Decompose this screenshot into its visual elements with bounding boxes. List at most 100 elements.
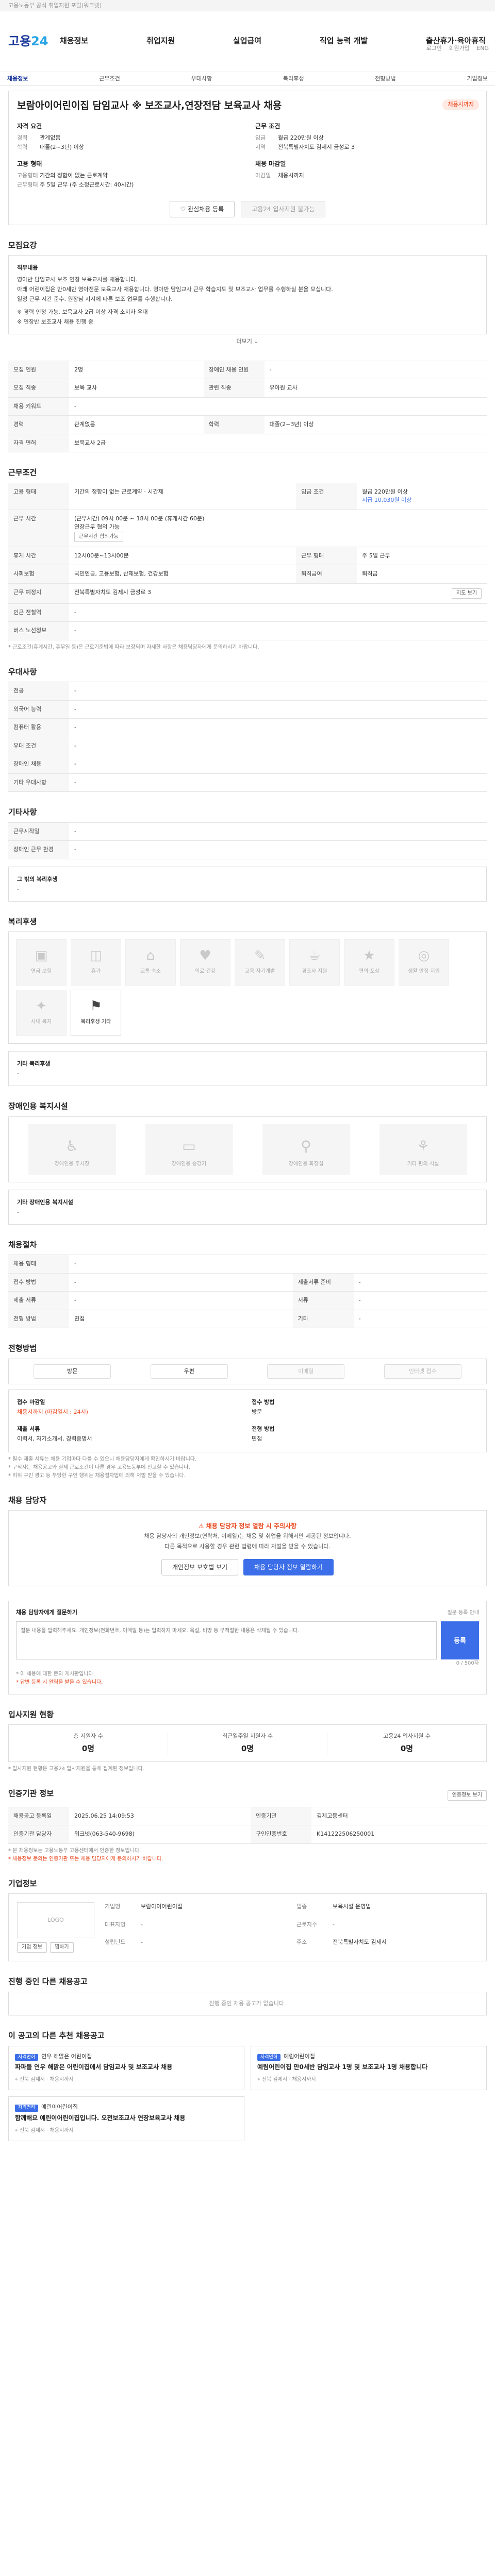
tab-conditions[interactable]: 근무조건 bbox=[99, 72, 120, 85]
parking-icon: ♿ bbox=[65, 1137, 79, 1155]
location-icon: ⌖ bbox=[15, 2127, 20, 2133]
job-card[interactable]: 자격면허 예림어린이집 예림어린이집 만0세반 담임교사 1명 및 보조교사 1명… bbox=[251, 2045, 487, 2090]
welfare-item: ♥ 의료·건강 bbox=[180, 939, 230, 986]
pension-icon: ▣ bbox=[35, 948, 48, 963]
cert-info-button[interactable]: 인증정보 보기 bbox=[447, 1790, 487, 1801]
signup-link[interactable]: 회원가입 bbox=[449, 45, 469, 52]
privacy-law-button[interactable]: 개인정보 보호법 보기 bbox=[161, 1559, 239, 1575]
nav-item-unemployment-benefit[interactable]: 실업급여 bbox=[230, 35, 265, 47]
map-button[interactable]: 지도 보기 bbox=[452, 588, 482, 599]
job-title: 보람아이어린이집 담임교사 ※ 보조교사,연장전담 보육교사 채용 bbox=[17, 100, 282, 111]
welfare-icon-grid: ▣ 연금·보험 ◫ 휴가 ⌂ 교통·숙소 ♥ 의료·건강 ✎ 교육·자기개발 ☕ 경조사 지… bbox=[8, 931, 487, 1044]
table-row: 고용 형태 기간의 정함이 없는 근로계약 · 시간제 임금 조건 월급 220만원 … bbox=[8, 482, 487, 510]
qa-section: 채용 담당자에게 질문하기질문 등록 안내 등록 0 / 500자 * 이 채용… bbox=[8, 1601, 487, 1694]
company-welfare-icon: ✦ bbox=[36, 998, 47, 1014]
topbar-text: 고용노동부 공식 취업지원 포털(워크넷) bbox=[8, 2, 102, 9]
selection-section: 채용절차 채용 형태 - 접수 방법 - 제출서류 준비 - 제출 서류 - 서류 - 전형 … bbox=[8, 1239, 487, 1328]
section-title: 이 공고의 다른 추천 채용공고 bbox=[8, 2031, 105, 2040]
stat-total: 총 지원자 수 0명 bbox=[9, 1732, 168, 1754]
similar-jobs-list: 자격면허 연우 해맑은 어린이집 파파돌 연우 해맑은 어린이집에서 담임교사 및… bbox=[8, 2045, 487, 2141]
qa-box: 채용 담당자에게 질문하기질문 등록 안내 등록 0 / 500자 * 이 채용… bbox=[8, 1601, 487, 1694]
apply-detail-box: 접수 마감일 채용시까지 (마감일시 : 24시) 접수 방법 방문 제출 서류 이력… bbox=[8, 1389, 487, 1452]
table-row: 기타 우대사항 - bbox=[8, 773, 487, 792]
section-title: 전형방법 bbox=[8, 1344, 37, 1353]
empty-message: 진행 중인 채용 공고가 없습니다. bbox=[8, 1991, 487, 2015]
section-title: 채용절차 bbox=[8, 1240, 37, 1249]
tab-preferences[interactable]: 우대사항 bbox=[191, 72, 212, 85]
other-welfare-box: 기타 복리후생 - bbox=[8, 1051, 487, 1086]
disability-icon-grid: ♿ 장애인용 주차장 ▭ 장애인용 승강기 ⚲ 장애인용 화장실 ⚘ 기타 편의 시설 bbox=[8, 1116, 487, 1182]
welfare-item: ✎ 교육·자기개발 bbox=[235, 939, 285, 986]
table-row: 컴퓨터 활용 - bbox=[8, 718, 487, 737]
reward-icon: ★ bbox=[363, 948, 375, 963]
welfare-item: ⌂ 교통·숙소 bbox=[125, 939, 176, 986]
welfare-item: ▣ 연금·보험 bbox=[16, 939, 67, 986]
company-info-button[interactable]: 기업 정보 bbox=[17, 1942, 47, 1953]
other-welfare-box: 그 밖의 복리후생 - bbox=[8, 866, 487, 902]
tab-recruit-info[interactable]: 채용정보 bbox=[7, 72, 28, 85]
company-follow-button[interactable]: 찜하기 bbox=[50, 1942, 74, 1953]
job-card[interactable]: 자격면허 예린이어린이집 함께해요 예린이어린이집입니다. 오전보조교사 연장보육… bbox=[8, 2096, 244, 2141]
welfare-item: ★ 편의·포상 bbox=[344, 939, 394, 986]
preferences-table: 전공 - 외국어 능력 - 컴퓨터 활용 - 우대 조건 - 장애인 채용 - 기타 우대… bbox=[8, 682, 487, 792]
nav-item-jobs[interactable]: 채용정보 bbox=[57, 35, 91, 47]
site-logo[interactable]: 고용24 bbox=[8, 32, 48, 50]
selection-table: 채용 형태 - 접수 방법 - 제출서류 준비 - 제출 서류 - 서류 - 전형 방법 면접 기… bbox=[8, 1255, 487, 1328]
table-row: 경력 관계없음 학력 대졸(2~3년) 이상 bbox=[8, 415, 487, 434]
view-contact-button[interactable]: 채용 담당자 정보 열람하기 bbox=[243, 1559, 334, 1575]
stat-week: 최근일주일 지원자 수 0명 bbox=[168, 1732, 327, 1754]
section-title: 근무조건 bbox=[8, 468, 37, 477]
table-row: 휴게 시간 12시00분~13시00분 근무 형태 주 5일 근무 bbox=[8, 546, 487, 565]
apply-notes: * 필수 제출 서류는 채용 기업마다 다를 수 있으니 채용담당자에게 확인하… bbox=[8, 1456, 197, 1479]
disability-item: ⚘ 기타 편의 시설 bbox=[379, 1124, 467, 1175]
welfare-item: ◎ 생활 안정 지원 bbox=[399, 939, 449, 986]
applicants-section: 입사지원 현황 총 지원자 수 0명 최근일주일 지원자 수 0명 고용24 입사지… bbox=[8, 1709, 487, 1774]
question-submit-button[interactable]: 등록 bbox=[441, 1621, 479, 1659]
company-box: LOGO 기업 정보 찜하기 기업명 보람아이어린이집 업종 보육시설 운영업 대표… bbox=[8, 1893, 487, 1961]
recruit-table: 모집 인원 2명 장애인 채용 인원 - 모집 직종 보육 교사 관련 직종 유아원 교사 … bbox=[8, 360, 487, 452]
apply-button[interactable]: 고용24 입사지원 불가능 bbox=[241, 200, 326, 217]
question-input[interactable] bbox=[16, 1621, 437, 1659]
restroom-icon: ⚲ bbox=[301, 1137, 311, 1155]
education-icon: ✎ bbox=[254, 948, 266, 963]
login-link[interactable]: 로그인 bbox=[426, 45, 441, 52]
welfare-item-active: ⚑ 복리후생 기타 bbox=[71, 990, 121, 1036]
table-row: 사회보험 국민연금, 고용보험, 산재보험, 건강보험 퇴직급여 퇴직금 bbox=[8, 565, 487, 583]
apply-method-section: 전형방법 방문 우편 이메일 인터넷 접수 접수 마감일 채용시까지 (마감일시 … bbox=[8, 1343, 487, 1480]
applicants-note: * 입사지원 현황은 고용24 입사지원을 통해 집계된 정보입니다. bbox=[8, 1766, 144, 1772]
nav-item-employment-support[interactable]: 취업지원 bbox=[143, 35, 178, 47]
stat-online: 고용24 입사지원 수 0명 bbox=[383, 1733, 431, 1753]
tab-selection[interactable]: 전형방법 bbox=[375, 72, 395, 85]
tab-welfare[interactable]: 복리후생 bbox=[283, 72, 304, 85]
preferences-section: 우대사항 전공 - 외국어 능력 - 컴퓨터 활용 - 우대 조건 - 장애인 채용 - … bbox=[8, 666, 487, 792]
table-row: 접수 방법 - 제출서류 준비 - bbox=[8, 1273, 487, 1292]
table-row: 채용 형태 - bbox=[8, 1255, 487, 1273]
health-icon: ♥ bbox=[199, 948, 211, 963]
scrap-button[interactable]: ♡ 관심채용 등록 bbox=[169, 200, 235, 217]
facility-icon: ⚘ bbox=[416, 1137, 430, 1155]
table-row: 전공 - bbox=[8, 682, 487, 700]
conditions-note: * 근로조건(휴게시간, 휴무일 등)은 근로기준법에 따라 보장되며 자세한 … bbox=[8, 644, 259, 650]
contact-section: 채용 담당자 ⚠ 채용 담당자 정보 열람 시 주의사항 채용 담당자의 개인정… bbox=[8, 1495, 487, 1586]
language-link[interactable]: ENG bbox=[476, 45, 489, 52]
conditions-table: 고용 형태 기간의 정함이 없는 근로계약 · 시간제 임금 조건 월급 220만원 … bbox=[8, 482, 487, 640]
section-tabs: 채용정보 근무조건 우대사항 복리후생 전형방법 기업정보 bbox=[0, 72, 495, 86]
qa-guide-link[interactable]: 질문 등록 안내 bbox=[447, 1609, 479, 1617]
apply-method-pills: 방문 우편 이메일 인터넷 접수 bbox=[8, 1358, 487, 1384]
contact-notice: ⚠ 채용 담당자 정보 열람 시 주의사항 채용 담당자의 개인정보(연락처, … bbox=[8, 1510, 487, 1586]
nav-item-training[interactable]: 직업 능력 개발 bbox=[317, 35, 371, 47]
company-logo: LOGO bbox=[17, 1902, 94, 1938]
section-title: 채용 담당자 bbox=[8, 1495, 47, 1505]
more-button[interactable]: 더보기 ⌄ bbox=[8, 337, 487, 346]
heart-icon: ♡ bbox=[180, 205, 188, 213]
celebration-icon: ☕ bbox=[308, 948, 321, 963]
flag-icon: ⚑ bbox=[90, 998, 102, 1014]
company-section: 기업정보 LOGO 기업 정보 찜하기 기업명 보람아이어린이집 업종 보육시설 운… bbox=[8, 1878, 487, 1961]
tab-company-info[interactable]: 기업정보 bbox=[467, 72, 487, 85]
job-card[interactable]: 자격면허 연우 해맑은 어린이집 파파돌 연우 해맑은 어린이집에서 담임교사 및… bbox=[8, 2045, 244, 2090]
section-title: 기업정보 bbox=[8, 1878, 37, 1888]
deadline-badge: 채용시까지 bbox=[442, 99, 479, 110]
support-table: 근무시작일 - 장애인 근무 환경 - bbox=[8, 822, 487, 859]
cert-section: 인증기관 정보 인증정보 보기 채용공고 등록일 2025.06.25 14:09:… bbox=[8, 1788, 487, 1863]
summary-employment-type: 고용 형태 고용형태 기간의 정함이 없는 근로계약 근무형태 주 5일 근무 (주… bbox=[17, 160, 134, 188]
